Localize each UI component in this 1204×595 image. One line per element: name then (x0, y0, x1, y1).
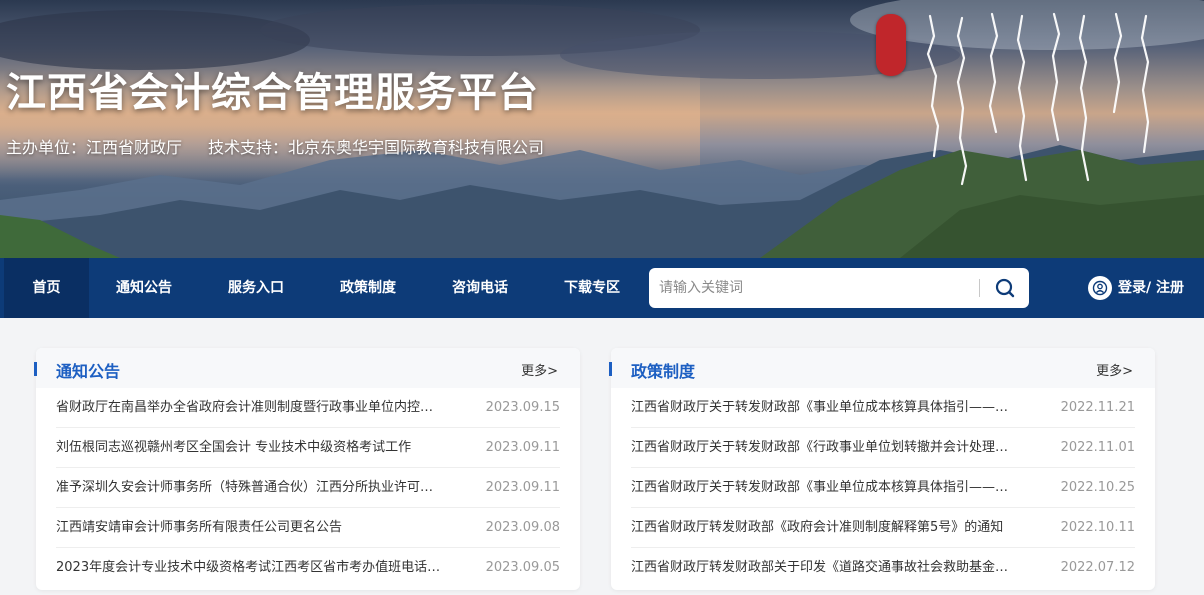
nav-item-hotline[interactable]: 咨询电话 (436, 258, 524, 318)
policy-title: 江西省财政厅转发财政部《政府会计准则制度解释第5号》的通知 (631, 520, 1004, 535)
policy-title: 江西省财政厅关于转发财政部《事业单位成本核算具体指引——… (631, 400, 1009, 415)
notice-date: 2023.09.08 (485, 520, 560, 535)
policy-title: 江西省财政厅关于转发财政部《行政事业单位划转撤并会计处理… (631, 440, 1009, 455)
notice-item[interactable]: 省财政厅在南昌举办全省政府会计准则制度暨行政事业单位内控… 2023.09.15 (56, 388, 560, 428)
notices-panel: 通知公告 更多> 省财政厅在南昌举办全省政府会计准则制度暨行政事业单位内控… 20… (34, 348, 580, 590)
notices-title: 通知公告 (56, 362, 121, 381)
policy-item[interactable]: 江西省财政厅转发财政部关于印发《道路交通事故社会救助基金… 2022.07.12 (631, 548, 1135, 588)
search-icon (995, 278, 1015, 298)
notice-title: 2023年度会计专业技术中级资格考试江西考区省市考办值班电话… (56, 560, 441, 575)
policy-date: 2022.11.01 (1060, 440, 1135, 455)
policy-item[interactable]: 江西省财政厅关于转发财政部《事业单位成本核算具体指引——… 2022.10.25 (631, 468, 1135, 508)
policy-title: 江西省财政厅关于转发财政部《事业单位成本核算具体指引——… (631, 480, 1009, 495)
nav-item-home[interactable]: 首页 (4, 258, 89, 318)
login-label: 登录/ 注册 (1118, 280, 1184, 296)
policy-date: 2022.10.11 (1060, 520, 1135, 535)
notice-title: 准予深圳久安会计师事务所（特殊普通合伙）江西分所执业许可… (56, 480, 434, 495)
main-nav: 首页 通知公告 服务入口 政策制度 咨询电话 下载专区 登录/ 注册 (0, 258, 1204, 318)
notice-item[interactable]: 准予深圳久安会计师事务所（特殊普通合伙）江西分所执业许可… 2023.09.11 (56, 468, 560, 508)
notices-list: 省财政厅在南昌举办全省政府会计准则制度暨行政事业单位内控… 2023.09.15 … (36, 388, 580, 588)
notice-date: 2023.09.11 (485, 440, 560, 455)
policy-date: 2022.10.25 (1060, 480, 1135, 495)
notice-title: 江西靖安靖审会计师事务所有限责任公司更名公告 (56, 520, 343, 535)
policies-more-link[interactable]: 更多> (1096, 360, 1133, 379)
notice-date: 2023.09.11 (485, 480, 560, 495)
calligraphy-poem-artwork (926, 12, 1150, 186)
policy-date: 2022.07.12 (1060, 560, 1135, 575)
header-banner: 江西省会计综合管理服务平台 主办单位：江西省财政厅 技术支持：北京东奥华宇国际教育… (0, 0, 1204, 258)
login-register-link[interactable]: 登录/ 注册 (1088, 276, 1184, 300)
user-icon (1088, 276, 1112, 300)
site-subtitle: 主办单位：江西省财政厅 技术支持：北京东奥华宇国际教育科技有限公司 (6, 134, 544, 158)
notices-more-link[interactable]: 更多> (521, 360, 558, 379)
policy-title: 江西省财政厅转发财政部关于印发《道路交通事故社会救助基金… (631, 560, 1009, 575)
policies-list: 江西省财政厅关于转发财政部《事业单位成本核算具体指引——… 2022.11.21 … (611, 388, 1155, 588)
policy-item[interactable]: 江西省财政厅转发财政部《政府会计准则制度解释第5号》的通知 2022.10.11 (631, 508, 1135, 548)
search-box (649, 268, 1029, 308)
policies-panel: 政策制度 更多> 江西省财政厅关于转发财政部《事业单位成本核算具体指引——… 20… (609, 348, 1155, 590)
notices-panel-header: 通知公告 更多> (34, 348, 580, 388)
nav-item-downloads[interactable]: 下载专区 (548, 258, 636, 318)
nav-item-notices[interactable]: 通知公告 (100, 258, 188, 318)
notice-date: 2023.09.15 (485, 400, 560, 415)
notice-title: 省财政厅在南昌举办全省政府会计准则制度暨行政事业单位内控… (56, 400, 434, 415)
tech-support: 技术支持：北京东奥华宇国际教育科技有限公司 (208, 138, 545, 157)
host-organization: 主办单位：江西省财政厅 (6, 138, 183, 157)
policy-item[interactable]: 江西省财政厅关于转发财政部《事业单位成本核算具体指引——… 2022.11.21 (631, 388, 1135, 428)
policy-item[interactable]: 江西省财政厅关于转发财政部《行政事业单位划转撤并会计处理… 2022.11.01 (631, 428, 1135, 468)
search-divider (979, 279, 980, 297)
search-button[interactable] (989, 274, 1021, 302)
notice-item[interactable]: 江西靖安靖审会计师事务所有限责任公司更名公告 2023.09.08 (56, 508, 560, 548)
search-input[interactable] (659, 276, 974, 300)
nav-item-services[interactable]: 服务入口 (212, 258, 300, 318)
notice-title: 刘伍根同志巡视赣州考区全国会计 专业技术中级资格考试工作 (56, 440, 412, 455)
policies-title: 政策制度 (631, 362, 696, 381)
notice-item[interactable]: 2023年度会计专业技术中级资格考试江西考区省市考办值班电话… 2023.09.0… (56, 548, 560, 588)
policy-date: 2022.11.21 (1060, 400, 1135, 415)
title-accent-bar (34, 362, 37, 376)
site-title: 江西省会计综合管理服务平台 (6, 70, 539, 116)
policies-panel-header: 政策制度 更多> (609, 348, 1155, 388)
title-accent-bar (609, 362, 612, 376)
notice-date: 2023.09.05 (485, 560, 560, 575)
nav-item-policies[interactable]: 政策制度 (324, 258, 412, 318)
notice-item[interactable]: 刘伍根同志巡视赣州考区全国会计 专业技术中级资格考试工作 2023.09.11 (56, 428, 560, 468)
